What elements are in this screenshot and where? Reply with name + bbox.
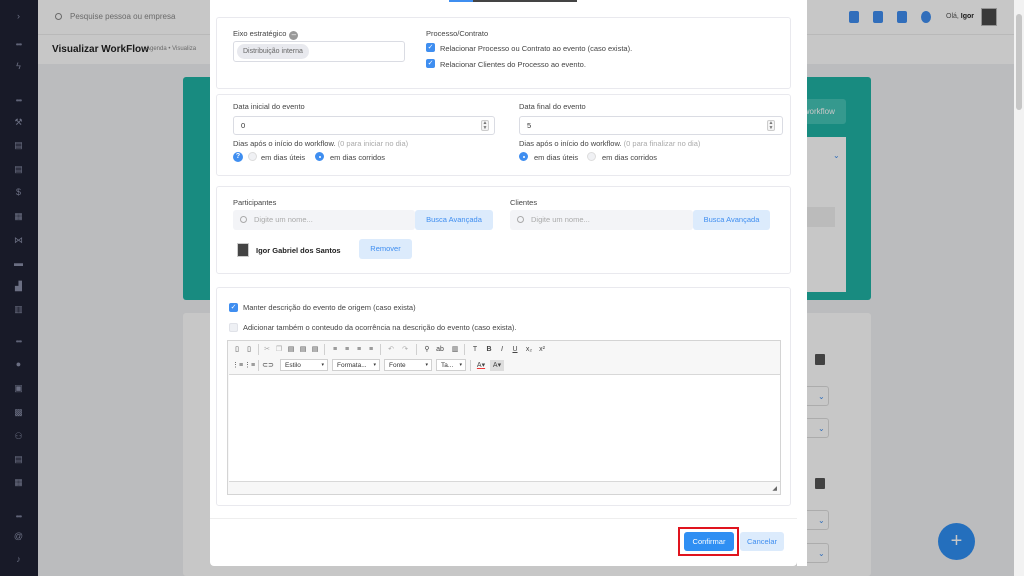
undo-icon[interactable]: ↶ [386,344,396,355]
relacionar-clientes-label: Relacionar Clientes do Processo ao event… [440,60,586,69]
dropdown-arrow-icon: ▾ [425,362,428,368]
radio-inicial-corridos[interactable] [315,152,324,161]
superscript-button[interactable]: x² [536,344,548,355]
checkbox-relacionar-clientes[interactable]: ✓ [426,59,435,68]
radio-final-uteis-label: em dias úteis [534,153,579,162]
page-scrollbar[interactable] [1014,0,1024,576]
participant-name: Igor Gabriel dos Santos [256,246,341,255]
help-icon[interactable]: ? [233,152,243,162]
toolbar-divider [464,344,465,355]
manter-descricao-label: Manter descrição do evento de origem (ca… [243,303,416,312]
minus-circle-icon[interactable]: – [289,31,299,40]
data-final-stepper[interactable]: ▲ ▼ [767,120,775,131]
data-inicial-input[interactable]: 0 [233,116,495,135]
bullet-list-icon[interactable]: ⋮≡ [244,360,255,371]
background-color-button[interactable]: A▾ [490,360,504,371]
text-color-button[interactable]: A▾ [474,360,488,371]
paste-text-icon[interactable]: ▤ [298,344,308,355]
numbered-list-icon[interactable]: ⋮≡ [232,360,243,371]
italic-button[interactable]: I [497,344,507,355]
confirm-button-highlight [678,527,739,556]
toolbar-divider [470,360,471,371]
active-tab-indicator [449,0,473,2]
clientes-busca-avancada-button[interactable]: Busca Avançada [693,210,770,230]
footer-divider [210,518,797,519]
font-dropdown[interactable]: Fonte ▾ [384,359,432,371]
data-final-label: Data final do evento [519,102,586,111]
clientes-search-input[interactable]: Digite um nome... [510,210,693,230]
cancel-button[interactable]: Cancelar [740,532,784,551]
paste-icon[interactable]: ▤ [286,344,296,355]
avatar [237,243,249,257]
checkbox-manter-descricao[interactable]: ✓ [229,303,238,312]
data-final-input[interactable]: 5 [519,116,783,135]
format-dropdown[interactable]: Formata... ▾ [332,359,380,371]
radio-inicial-uteis-label: em dias úteis [261,153,306,162]
size-dropdown[interactable]: Ta... ▾ [436,359,466,371]
section-participantes [216,186,791,274]
search-icon [517,216,524,223]
align-left-icon[interactable]: ≡ [330,344,340,355]
participantes-busca-avancada-button[interactable]: Busca Avançada [415,210,493,230]
style-dropdown[interactable]: Estilo ▾ [280,359,328,371]
radio-final-uteis[interactable] [519,152,528,161]
eixo-tag[interactable]: Distribuição interna [237,44,309,59]
subscript-button[interactable]: x₂ [523,344,535,355]
dropdown-arrow-icon: ▾ [459,362,462,368]
radio-inicial-corridos-label: em dias corridos [330,153,386,162]
link-icon[interactable]: ⊂⊃ [262,360,274,371]
resize-handle-icon[interactable]: ◢ [772,485,777,492]
radio-inicial-uteis[interactable] [248,152,257,161]
align-center-icon[interactable]: ≡ [342,344,352,355]
toolbar-divider [324,344,325,355]
radio-final-corridos-label: em dias corridos [602,153,658,162]
toolbar-divider [380,344,381,355]
find-icon[interactable]: ⚲ [422,344,432,355]
radio-final-corridos[interactable] [587,152,596,161]
paste-word-icon[interactable]: ▤ [310,344,320,355]
underline-button[interactable]: U [510,344,520,355]
participantes-search-input[interactable]: Digite um nome... [233,210,415,230]
scrollbar-thumb[interactable] [1016,14,1022,110]
replace-icon[interactable]: ab [434,344,446,355]
justify-icon[interactable]: ≡ [366,344,376,355]
data-inicial-label: Data inicial do evento [233,102,305,111]
preview-icon[interactable]: ▯ [244,344,254,355]
cut-icon[interactable]: ✂ [262,344,272,355]
redo-icon[interactable]: ↷ [400,344,410,355]
new-page-icon[interactable]: ▯ [232,344,242,355]
editor-content-area[interactable] [229,374,780,482]
toolbar-divider [258,344,259,355]
clientes-label: Clientes [510,198,538,207]
relacionar-processo-label: Relacionar Processo ou Contrato ao event… [440,44,633,53]
toolbar-divider [258,360,259,371]
bold-button[interactable]: B [484,344,494,355]
data-inicial-help: Dias após o início do workflow. (0 para … [233,139,409,148]
processo-label: Processo/Contrato [426,29,489,38]
participantes-label: Participantes [233,198,277,207]
dropdown-arrow-icon: ▾ [321,362,324,368]
adicionar-ocorrencia-label: Adicionar também o conteudo da ocorrênci… [243,323,517,332]
remove-format-icon[interactable]: T [470,344,480,355]
data-final-help: Dias após o início do workflow. (0 para … [519,139,701,148]
select-all-icon[interactable]: ▥ [450,344,460,355]
dropdown-arrow-icon: ▾ [373,362,376,368]
toolbar-divider [416,344,417,355]
copy-icon[interactable]: ❐ [274,344,284,355]
eixo-label: Eixo estratégico – [233,29,299,40]
remove-participant-button[interactable]: Remover [359,239,412,259]
rich-text-editor: ▯ ▯ ✂ ❐ ▤ ▤ ▤ ≡ ≡ ≡ ≡ ↶ ↷ ⚲ ab ▥ T B I U… [227,340,781,495]
modal-tab-indicator [449,0,577,2]
modal-scrollbar[interactable] [797,0,807,566]
data-inicial-stepper[interactable]: ▲ ▼ [481,120,489,131]
checkbox-adicionar-ocorrencia[interactable] [229,323,238,332]
search-icon [240,216,247,223]
align-right-icon[interactable]: ≡ [354,344,364,355]
checkbox-relacionar-processo[interactable]: ✓ [426,43,435,52]
